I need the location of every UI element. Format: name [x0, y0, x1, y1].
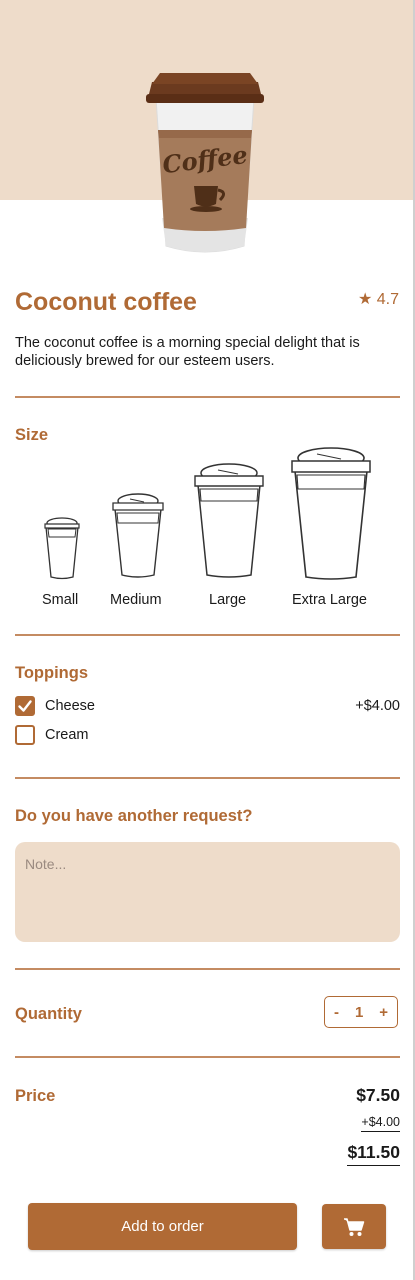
- divider: [15, 1056, 400, 1058]
- quantity-decrement-button[interactable]: -: [334, 1004, 339, 1021]
- topping-cheese-price: +$4.00: [355, 698, 400, 714]
- divider: [15, 777, 400, 779]
- divider: [15, 968, 400, 970]
- size-option-small[interactable]: Small: [42, 592, 78, 608]
- topping-cheese-checkbox[interactable]: [15, 696, 35, 716]
- size-section-label: Size: [15, 426, 49, 444]
- size-extra-large-cup-icon[interactable]: [289, 445, 373, 581]
- base-price: $7.50: [356, 1085, 400, 1105]
- size-medium-cup-icon[interactable]: [110, 491, 166, 579]
- size-large-cup-icon[interactable]: [192, 461, 266, 579]
- divider: [15, 396, 400, 398]
- product-rating: ★ 4.7: [357, 291, 399, 308]
- total-price: $11.50: [347, 1142, 400, 1166]
- product-description: The coconut coffee is a morning special …: [15, 335, 360, 369]
- add-to-order-label: Add to order: [121, 1218, 204, 1235]
- price-label: Price: [15, 1087, 56, 1105]
- divider: [15, 634, 400, 636]
- topping-cream-label: Cream: [45, 727, 89, 743]
- size-option-extra-large[interactable]: Extra Large: [292, 592, 367, 608]
- extra-price: +$4.00: [361, 1115, 400, 1132]
- quantity-label: Quantity: [15, 1005, 82, 1023]
- cart-button[interactable]: [322, 1204, 386, 1249]
- add-to-order-button[interactable]: Add to order: [28, 1203, 297, 1250]
- toppings-section-label: Toppings: [15, 664, 89, 682]
- topping-cheese-label: Cheese: [45, 698, 95, 714]
- quantity-stepper[interactable]: - 1 +: [324, 996, 398, 1028]
- cart-icon: [344, 1217, 365, 1236]
- size-option-medium[interactable]: Medium: [110, 592, 162, 608]
- product-title: Coconut coffee: [15, 288, 197, 316]
- note-input[interactable]: [15, 842, 400, 942]
- coffee-cup-image: Coffee: [146, 73, 264, 253]
- quantity-increment-button[interactable]: +: [379, 1004, 388, 1021]
- request-section-label: Do you have another request?: [15, 807, 253, 825]
- checkmark-icon: [18, 700, 32, 712]
- topping-cream-checkbox[interactable]: [15, 725, 35, 745]
- quantity-value: 1: [354, 1003, 364, 1021]
- size-option-large[interactable]: Large: [209, 592, 246, 608]
- size-small-cup-icon[interactable]: [42, 515, 82, 580]
